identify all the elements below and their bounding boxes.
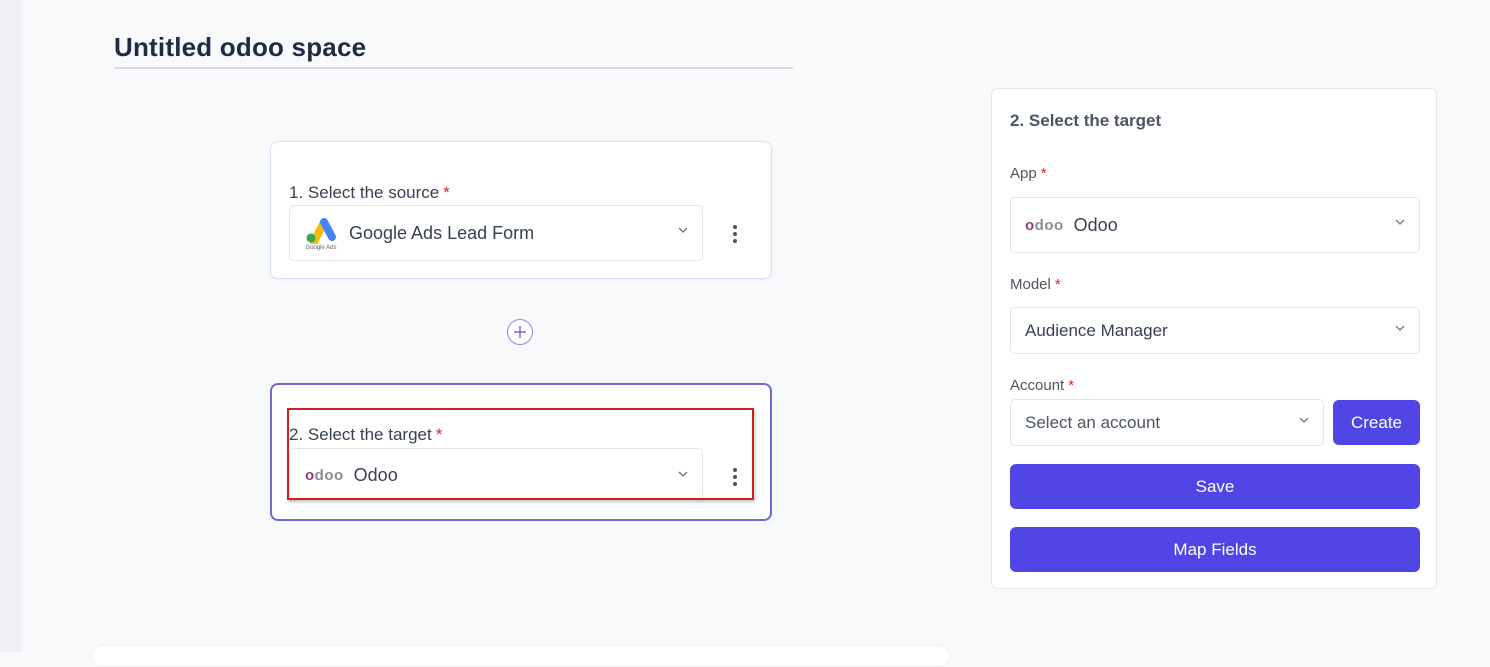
app-field-label: App *	[1010, 165, 1047, 182]
model-select[interactable]: Audience Manager	[1010, 307, 1420, 354]
google-ads-icon: Google Ads	[303, 216, 339, 251]
target-step-label: 2. Select the target *	[289, 425, 442, 445]
required-mark: *	[435, 425, 443, 444]
chevron-down-icon	[678, 227, 688, 233]
app-select[interactable]: odoo Odoo	[1010, 197, 1420, 253]
map-fields-button[interactable]: Map Fields	[1010, 527, 1420, 572]
required-mark: *	[1054, 276, 1061, 293]
chevron-down-icon	[1395, 219, 1405, 225]
save-button[interactable]: Save	[1010, 464, 1420, 509]
required-mark: *	[443, 183, 450, 202]
odoo-logo-icon: odoo	[1025, 217, 1064, 234]
left-rail	[0, 0, 22, 652]
odoo-logo-rest: doo	[1034, 216, 1064, 234]
source-app-value: Google Ads Lead Form	[349, 222, 535, 243]
odoo-logo-icon: odoo	[305, 467, 344, 484]
target-app-select[interactable]: odoo Odoo	[289, 448, 703, 502]
google-ads-caption: Google Ads	[305, 244, 337, 251]
bottom-card	[92, 645, 950, 667]
model-select-value: Audience Manager	[1025, 320, 1168, 340]
page-title[interactable]: Untitled odoo space	[114, 32, 793, 69]
source-step-card: 1. Select the source * Google Ads Google …	[270, 141, 772, 279]
account-select-placeholder: Select an account	[1025, 412, 1161, 432]
chevron-down-icon	[1395, 325, 1405, 331]
target-config-panel: 2. Select the target App * odoo Odoo Mode…	[991, 88, 1437, 589]
account-select[interactable]: Select an account	[1010, 399, 1324, 446]
app-label-text: App	[1010, 165, 1037, 182]
target-step-label-text: 2. Select the target	[289, 425, 432, 444]
source-step-label-text: 1. Select the source	[289, 183, 440, 202]
odoo-logo-first-letter: o	[305, 467, 315, 484]
chevron-down-icon	[678, 471, 688, 477]
chevron-down-icon	[1299, 417, 1309, 423]
target-more-menu-icon[interactable]	[725, 465, 745, 489]
source-more-menu-icon[interactable]	[725, 222, 745, 246]
required-mark: *	[1068, 377, 1075, 394]
odoo-logo-first-letter: o	[1025, 216, 1035, 234]
account-field-label: Account *	[1010, 377, 1074, 394]
source-app-select[interactable]: Google Ads Google Ads Lead Form	[289, 205, 703, 261]
target-app-value: Odoo	[353, 465, 398, 485]
account-label-text: Account	[1010, 377, 1065, 394]
required-mark: *	[1040, 165, 1047, 182]
panel-title: 2. Select the target	[1010, 111, 1162, 130]
model-label-text: Model	[1010, 276, 1051, 293]
source-step-label: 1. Select the source *	[289, 183, 450, 203]
model-field-label: Model *	[1010, 276, 1061, 293]
app-select-value: Odoo	[1073, 214, 1118, 235]
odoo-logo-rest: doo	[314, 467, 344, 484]
plus-icon	[514, 326, 526, 338]
target-step-card[interactable]: 2. Select the target * odoo Odoo	[270, 383, 772, 521]
add-step-button[interactable]	[507, 319, 533, 345]
create-account-button[interactable]: Create	[1333, 400, 1420, 445]
